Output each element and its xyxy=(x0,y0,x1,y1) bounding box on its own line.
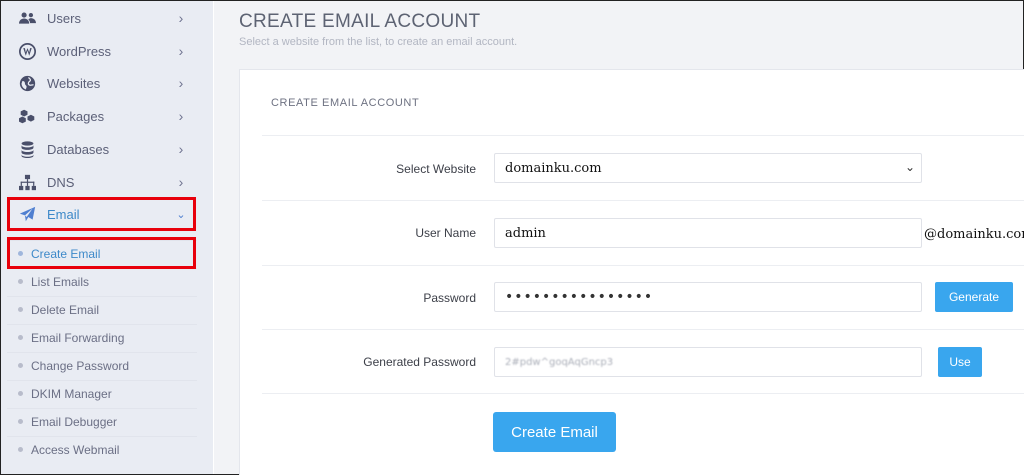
chevron-right-icon: › xyxy=(178,10,184,26)
main-content: CREATE EMAIL ACCOUNT Select a website fr… xyxy=(214,1,1024,475)
bullet-icon xyxy=(18,447,23,452)
divider xyxy=(262,329,1024,330)
divider xyxy=(262,135,1024,136)
generated-password-input[interactable]: 2#pdw^goqAqGncp3 xyxy=(494,347,922,377)
use-button[interactable]: Use xyxy=(938,347,982,377)
sidebar-item-label: Websites xyxy=(47,75,101,91)
wordpress-icon xyxy=(17,42,37,60)
submenu-item-label: Delete Email xyxy=(31,302,100,317)
password-label: Password xyxy=(423,291,476,305)
username-label: User Name xyxy=(415,226,476,240)
submenu-item-email-debugger[interactable]: Email Debugger xyxy=(7,408,197,434)
chevron-right-icon: › xyxy=(178,43,184,59)
chevron-right-icon: › xyxy=(178,141,184,157)
sidebar-item-databases[interactable]: Databases › xyxy=(7,134,197,164)
bullet-icon xyxy=(18,363,23,368)
divider xyxy=(262,200,1024,201)
submenu-item-label: Email Debugger xyxy=(31,414,118,429)
sidebar-item-wordpress[interactable]: WordPress › xyxy=(7,36,197,66)
globe-icon xyxy=(17,74,37,92)
submenu-item-label: Email Forwarding xyxy=(31,330,125,345)
card-title: CREATE EMAIL ACCOUNT xyxy=(271,97,420,109)
form-card: CREATE EMAIL ACCOUNT Select Website doma… xyxy=(239,69,1024,475)
submenu-item-change-password[interactable]: Change Password xyxy=(7,352,197,378)
submenu-item-access-webmail[interactable]: Access Webmail xyxy=(7,436,197,462)
page-title: CREATE EMAIL ACCOUNT xyxy=(239,11,481,32)
select-website-dropdown[interactable]: domainku.com ⌄ xyxy=(494,153,922,183)
sidebar-item-label: Users xyxy=(47,10,81,26)
packages-icon xyxy=(17,107,37,125)
sidebar-item-dns[interactable]: DNS › xyxy=(7,167,197,197)
submenu-item-label: Change Password xyxy=(31,358,130,373)
domain-suffix: @domainku.com xyxy=(924,227,1024,242)
sidebar-item-users[interactable]: Users › xyxy=(7,3,197,33)
chevron-right-icon: › xyxy=(178,108,184,124)
sidebar-item-websites[interactable]: Websites › xyxy=(7,68,197,98)
bullet-icon xyxy=(18,335,23,340)
chevron-right-icon: › xyxy=(178,75,184,91)
generate-button[interactable]: Generate xyxy=(935,282,1013,312)
bullet-icon xyxy=(18,279,23,284)
highlight-box-email xyxy=(7,197,196,231)
sidebar: Users › WordPress › Websites › Packages … xyxy=(1,1,213,474)
generated-password-value: 2#pdw^goqAqGncp3 xyxy=(505,356,614,368)
bullet-icon xyxy=(18,419,23,424)
generated-password-label: Generated Password xyxy=(363,355,476,369)
sidebar-item-label: Packages xyxy=(47,108,105,124)
chevron-down-icon: ⌄ xyxy=(904,160,915,174)
submenu-item-dkim-manager[interactable]: DKIM Manager xyxy=(7,380,197,406)
divider xyxy=(262,393,1024,394)
submenu-item-delete-email[interactable]: Delete Email xyxy=(7,296,197,322)
select-website-label: Select Website xyxy=(396,162,476,176)
submenu-item-label: DKIM Manager xyxy=(31,386,112,401)
highlight-box-create-email xyxy=(7,237,196,269)
sidebar-item-label: WordPress xyxy=(47,43,112,59)
sidebar-item-packages[interactable]: Packages › xyxy=(7,101,197,131)
password-value: •••••••••••••••• xyxy=(505,289,654,305)
submenu-item-email-forwarding[interactable]: Email Forwarding xyxy=(7,324,197,350)
create-email-button[interactable]: Create Email xyxy=(493,412,616,452)
sidebar-item-label: DNS xyxy=(47,174,75,190)
chevron-right-icon: › xyxy=(178,174,184,190)
username-value: admin xyxy=(505,225,546,241)
select-website-value: domainku.com xyxy=(505,160,602,176)
password-input[interactable]: •••••••••••••••• xyxy=(494,282,922,312)
page-subtitle: Select a website from the list, to creat… xyxy=(239,36,518,48)
database-icon xyxy=(17,140,37,158)
submenu-item-label: Access Webmail xyxy=(31,442,120,457)
bullet-icon xyxy=(18,391,23,396)
bullet-icon xyxy=(18,307,23,312)
username-input[interactable]: admin xyxy=(494,218,922,248)
submenu-item-list-emails[interactable]: List Emails xyxy=(7,268,197,294)
sitemap-icon xyxy=(17,173,37,191)
divider xyxy=(262,265,1024,266)
users-icon xyxy=(17,9,37,27)
sidebar-item-label: Databases xyxy=(47,141,110,157)
submenu-item-label: List Emails xyxy=(31,274,90,289)
